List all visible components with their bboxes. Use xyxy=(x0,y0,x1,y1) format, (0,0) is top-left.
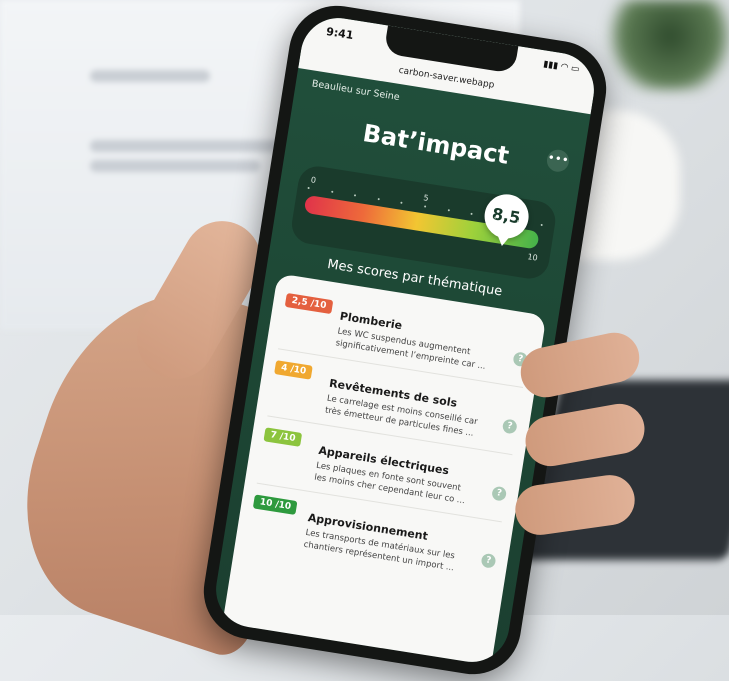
gauge-tick xyxy=(307,186,310,190)
status-bar: 9:41 ▮▮▮ ◠ ▭ carbon-saver.webapp xyxy=(298,12,600,115)
gauge-tick xyxy=(377,197,380,201)
gauge-min-label: 0 xyxy=(310,175,317,186)
gauge-tick xyxy=(493,216,497,219)
score-badge: 10 /10 xyxy=(252,494,298,516)
gauge-tick xyxy=(400,201,403,204)
gauge-tick xyxy=(540,223,543,227)
gauge-tick xyxy=(470,212,473,216)
gauge-max-label: 10 xyxy=(526,252,539,263)
gauge-tick xyxy=(447,209,450,212)
background-bar xyxy=(90,160,260,172)
score-badge: 2,5 /10 xyxy=(284,292,334,315)
score-badge: 7 /10 xyxy=(263,427,303,447)
score-badge: 4 /10 xyxy=(274,360,314,380)
background-bar xyxy=(90,140,290,152)
gauge-mid-label: 5 xyxy=(422,193,430,203)
background-plant xyxy=(600,0,729,90)
background-bar xyxy=(90,70,210,82)
help-icon[interactable]: ? xyxy=(501,418,518,435)
signal-wifi-battery-icon: ▮▮▮ ◠ ▭ xyxy=(542,59,581,75)
gauge-tick xyxy=(423,205,427,208)
help-icon[interactable]: ? xyxy=(480,552,497,569)
help-icon[interactable]: ? xyxy=(491,485,508,502)
gauge-tick xyxy=(354,194,357,197)
themes-card: 2,5 /10 Plomberie Les WC suspendus augme… xyxy=(220,273,547,668)
gauge-tick xyxy=(330,190,334,193)
status-time: 9:41 xyxy=(325,24,355,43)
